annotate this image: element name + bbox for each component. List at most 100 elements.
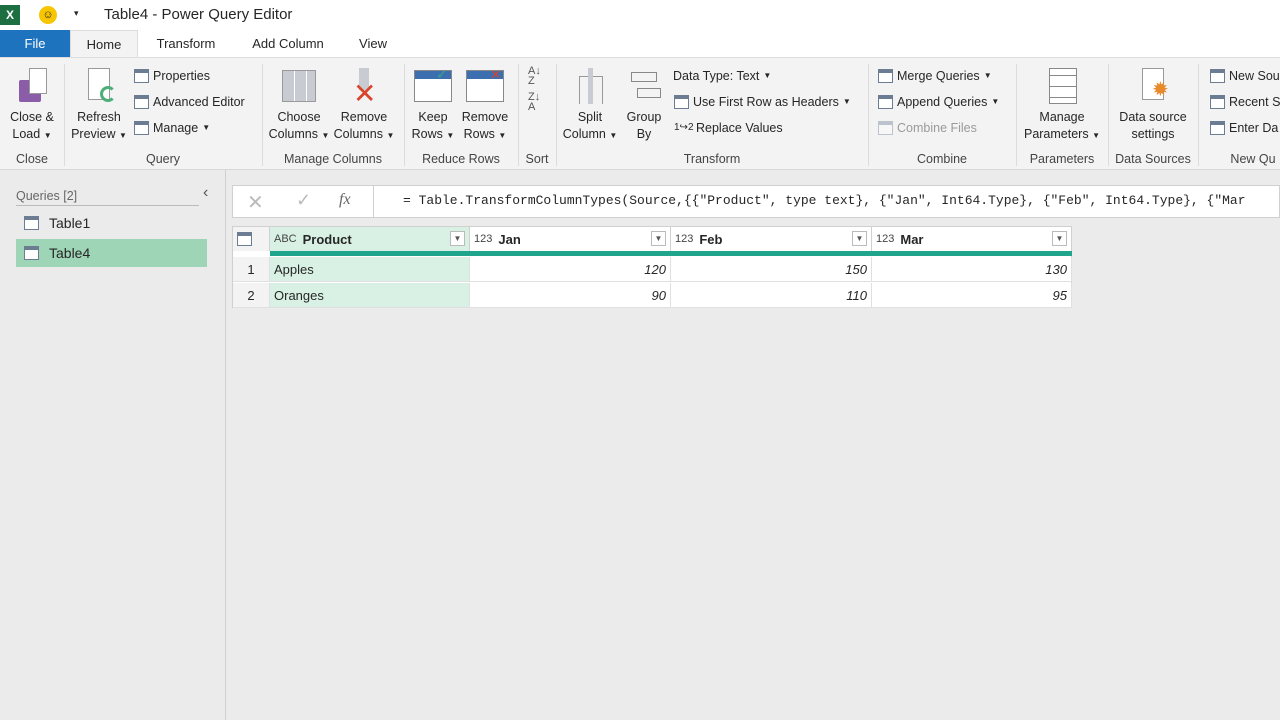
table-icon xyxy=(237,232,252,246)
table-icon xyxy=(674,95,689,109)
append-queries-icon xyxy=(878,95,893,109)
queries-header: Queries [2] xyxy=(16,189,199,206)
cell-feb[interactable]: 150 xyxy=(671,257,872,282)
group-label-sort: Sort xyxy=(525,152,549,166)
split-column-button[interactable]: Split Column ▼ xyxy=(560,66,620,144)
queries-pane: Queries [2] ‹ Table1 Table4 xyxy=(0,170,226,720)
column-header-feb[interactable]: 123 Feb ▼ xyxy=(671,227,872,251)
recent-sources-icon xyxy=(1210,95,1225,109)
close-load-button[interactable]: Close & Load ▼ xyxy=(4,66,60,144)
remove-columns-icon: ✕ xyxy=(347,66,381,108)
sort-ascending-icon[interactable]: A↓ Z xyxy=(528,66,541,87)
column-header-product[interactable]: ABC Product ▼ xyxy=(270,227,470,251)
tab-transform[interactable]: Transform xyxy=(148,30,224,57)
tab-file[interactable]: File xyxy=(0,30,70,57)
excel-logo-icon: X xyxy=(0,5,20,25)
enter-data-icon xyxy=(1210,121,1225,135)
use-first-row-headers-button[interactable]: Use First Row as Headers ▼ xyxy=(674,92,851,112)
remove-rows-icon: ✕ xyxy=(466,66,504,106)
tab-home[interactable]: Home xyxy=(70,30,138,57)
manage-icon xyxy=(134,121,149,135)
properties-button[interactable]: Properties xyxy=(134,66,210,86)
group-by-button[interactable]: Group By xyxy=(620,66,668,143)
replace-values-icon: 1↪2 xyxy=(674,122,694,133)
combine-files-button[interactable]: Combine Files xyxy=(878,118,977,138)
manage-button[interactable]: Manage ▼ xyxy=(134,118,210,138)
quick-access-dropdown[interactable]: ▾ xyxy=(74,8,79,19)
title-bar: X ☺ ▾ Table4 - Power Query Editor xyxy=(0,0,1280,30)
group-label-close: Close xyxy=(16,152,48,166)
formula-bar: ✕ ✓ fx = Table.TransformColumnTypes(Sour… xyxy=(232,185,1280,218)
tab-add-column[interactable]: Add Column xyxy=(244,30,332,57)
advanced-editor-icon xyxy=(134,95,149,109)
filter-dropdown-icon[interactable]: ▼ xyxy=(450,231,465,246)
sort-descending-icon[interactable]: Z↓ A xyxy=(528,92,540,113)
tab-view[interactable]: View xyxy=(350,30,396,57)
ribbon: Close & Load ▼ Refresh Preview ▼ Propertie… xyxy=(0,57,1280,170)
fx-icon[interactable]: fx xyxy=(339,191,351,209)
cell-feb[interactable]: 110 xyxy=(671,283,872,308)
split-column-icon xyxy=(573,66,607,106)
data-source-settings-button[interactable]: ✹ Data source settings xyxy=(1112,66,1194,143)
cell-mar[interactable]: 130 xyxy=(872,257,1072,282)
remove-columns-button[interactable]: ✕ Remove Columns ▼ xyxy=(332,66,396,144)
filter-dropdown-icon[interactable]: ▼ xyxy=(852,231,867,246)
confirm-icon[interactable]: ✓ xyxy=(296,190,311,211)
group-label-manage-columns: Manage Columns xyxy=(284,152,382,166)
cell-product[interactable]: Apples xyxy=(270,257,470,282)
cancel-icon[interactable]: ✕ xyxy=(247,190,264,215)
refresh-icon xyxy=(82,66,116,106)
data-source-settings-icon: ✹ xyxy=(1136,66,1170,106)
ribbon-tabs: File Home Transform Add Column View xyxy=(0,30,1280,57)
row-number[interactable]: 2 xyxy=(233,283,270,308)
cell-mar[interactable]: 95 xyxy=(872,283,1072,308)
table-icon xyxy=(24,246,39,260)
column-header-jan[interactable]: 123 Jan ▼ xyxy=(470,227,671,251)
row-number[interactable]: 1 xyxy=(233,257,270,282)
column-header-mar[interactable]: 123 Mar ▼ xyxy=(872,227,1072,251)
replace-values-button[interactable]: 1↪2 Replace Values xyxy=(674,118,783,138)
enter-data-button[interactable]: Enter Da xyxy=(1210,118,1278,138)
close-load-icon xyxy=(15,66,49,106)
group-label-new-query: New Qu xyxy=(1230,152,1276,166)
group-by-icon xyxy=(627,66,661,106)
smiley-feedback-icon[interactable]: ☺ xyxy=(39,6,57,24)
merge-queries-icon xyxy=(878,69,893,83)
manage-parameters-button[interactable]: Manage Parameters ▼ xyxy=(1020,66,1104,144)
group-label-combine: Combine xyxy=(916,152,968,166)
recent-sources-button[interactable]: Recent S xyxy=(1210,92,1280,112)
window-title: Table4 - Power Query Editor xyxy=(104,6,293,23)
properties-icon xyxy=(134,69,149,83)
keep-rows-icon: ✓ xyxy=(414,66,452,106)
append-queries-button[interactable]: Append Queries ▼ xyxy=(878,92,999,112)
group-label-data-sources: Data Sources xyxy=(1115,152,1191,166)
remove-rows-button[interactable]: ✕ Remove Rows ▼ xyxy=(458,66,512,144)
data-grid: ABC Product ▼ 123 Jan ▼ 123 Feb ▼ 123 Mar ▼ 1 Ap… xyxy=(232,226,1072,308)
filter-dropdown-icon[interactable]: ▼ xyxy=(651,231,666,246)
query-item-table4[interactable]: Table4 xyxy=(16,239,207,267)
cell-product[interactable]: Oranges xyxy=(270,283,470,308)
formula-input[interactable]: = Table.TransformColumnTypes(Source,{{"P… xyxy=(403,193,1279,208)
group-label-reduce-rows: Reduce Rows xyxy=(422,152,500,166)
table-icon xyxy=(24,216,39,230)
merge-queries-button[interactable]: Merge Queries ▼ xyxy=(878,66,992,86)
cell-jan[interactable]: 120 xyxy=(470,257,671,282)
new-source-icon xyxy=(1210,69,1225,83)
manage-parameters-icon xyxy=(1045,66,1079,106)
group-label-parameters: Parameters xyxy=(1029,152,1095,166)
refresh-preview-button[interactable]: Refresh Preview ▼ xyxy=(68,66,130,144)
cell-jan[interactable]: 90 xyxy=(470,283,671,308)
choose-columns-icon xyxy=(282,66,316,106)
collapse-pane-icon[interactable]: ‹ xyxy=(203,184,208,202)
keep-rows-button[interactable]: ✓ Keep Rows ▼ xyxy=(408,66,458,144)
column-quality-bar xyxy=(270,251,1072,256)
query-item-table1[interactable]: Table1 xyxy=(16,209,207,237)
combine-files-icon xyxy=(878,121,893,135)
data-type-dropdown[interactable]: Data Type: Text ▼ xyxy=(673,66,771,86)
advanced-editor-button[interactable]: Advanced Editor xyxy=(134,92,245,112)
group-label-query: Query xyxy=(145,152,181,166)
choose-columns-button[interactable]: Choose Columns ▼ xyxy=(266,66,332,144)
filter-dropdown-icon[interactable]: ▼ xyxy=(1052,231,1067,246)
table-menu-button[interactable] xyxy=(233,227,270,251)
new-source-button[interactable]: New Sou xyxy=(1210,66,1280,86)
